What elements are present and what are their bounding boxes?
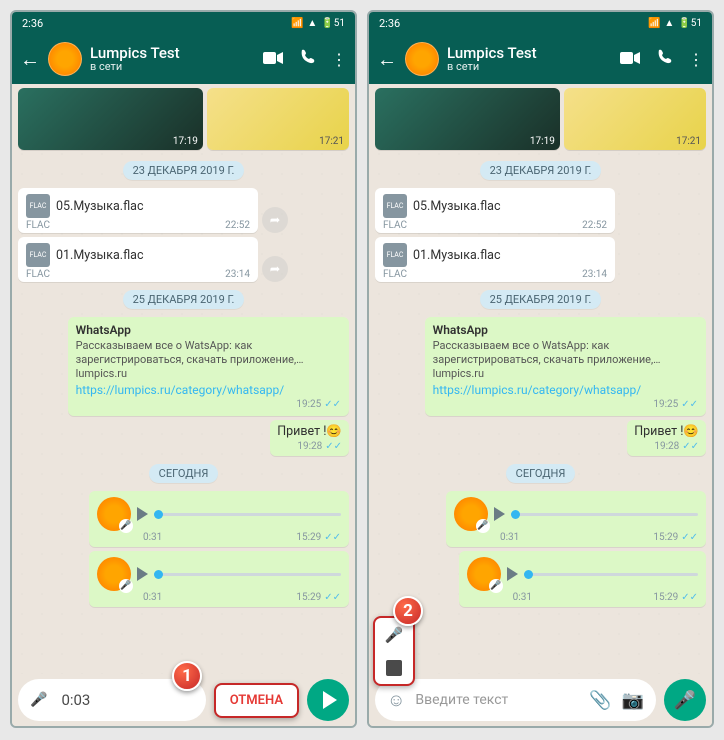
date-chip: СЕГОДНЯ xyxy=(149,464,219,483)
forward-icon[interactable]: ➦ xyxy=(262,207,288,233)
message-input[interactable]: ☺ Введите текст 📎 📷 xyxy=(375,679,656,721)
text-message[interactable]: Привет !😊 19:28✓✓ xyxy=(270,420,349,456)
battery-icon: 🔋51 xyxy=(678,18,702,29)
smile-emoji: 😊 xyxy=(326,424,342,439)
status-icons: 📶 ▲ 🔋51 xyxy=(648,18,702,29)
voice-message[interactable]: 🎤 0:3115:29✓✓ xyxy=(89,491,349,547)
chat-header: ← Lumpics Test в сети ⋮ xyxy=(369,34,712,84)
voice-slider[interactable] xyxy=(154,513,341,516)
wifi-icon: ▲ xyxy=(307,18,317,29)
link-message[interactable]: WhatsApp Рассказываем все о WatsApp: как… xyxy=(425,317,706,416)
battery-icon: 🔋51 xyxy=(321,18,345,29)
video-call-icon[interactable] xyxy=(620,50,640,69)
voice-message[interactable]: 🎤 0:3115:29✓✓ xyxy=(89,551,349,607)
media-row: 17:19 17:21 xyxy=(18,88,349,150)
menu-icon[interactable]: ⋮ xyxy=(331,50,347,69)
clock: 2:36 xyxy=(379,17,400,30)
avatar: 🎤 xyxy=(454,497,488,531)
play-icon[interactable] xyxy=(137,567,148,581)
signal-icon: 📶 xyxy=(291,18,303,29)
cancel-button[interactable]: ОТМЕНА xyxy=(214,683,299,718)
back-icon[interactable]: ← xyxy=(20,47,40,72)
send-icon xyxy=(323,691,337,709)
file-message[interactable]: FLAC01.Музыка.flac FLAC23:14 xyxy=(18,237,258,282)
emoji-icon[interactable]: ☺ xyxy=(387,690,405,711)
clock: 2:36 xyxy=(22,17,43,30)
date-chip: 25 ДЕКАБРЯ 2019 Г. xyxy=(480,290,602,309)
send-button[interactable] xyxy=(307,679,349,721)
mic-icon: 🎤 xyxy=(119,579,133,593)
mic-recording-icon: 🎤 xyxy=(30,692,47,708)
voice-slider[interactable] xyxy=(154,573,341,576)
media-thumb[interactable]: 17:21 xyxy=(564,88,706,150)
placeholder-text: Введите текст xyxy=(415,692,579,708)
status-bar: 2:36 📶 ▲ 🔋51 xyxy=(369,12,712,34)
voice-slider[interactable] xyxy=(524,573,698,576)
mic-icon: 🎤 xyxy=(489,579,503,593)
wifi-icon: ▲ xyxy=(664,18,674,29)
avatar[interactable] xyxy=(48,42,82,76)
callout-1: 1 xyxy=(172,661,202,691)
back-icon[interactable]: ← xyxy=(377,47,397,72)
media-thumb[interactable]: 17:21 xyxy=(207,88,349,150)
menu-icon[interactable]: ⋮ xyxy=(688,50,704,69)
avatar: 🎤 xyxy=(97,497,131,531)
attach-icon[interactable]: 📎 xyxy=(589,690,611,711)
status-bar: 2:36 📶 ▲ 🔋51 xyxy=(12,12,355,34)
mic-recording-icon: 🎤 xyxy=(385,626,404,644)
video-call-icon[interactable] xyxy=(263,50,283,69)
recording-timer: 0:03 xyxy=(61,691,90,709)
voice-message[interactable]: 🎤 0:3115:29✓✓ xyxy=(446,491,706,547)
chat-header: ← Lumpics Test в сети ⋮ xyxy=(12,34,355,84)
date-chip: 23 ДЕКАБРЯ 2019 Г. xyxy=(480,161,602,180)
file-icon: FLAC xyxy=(383,194,407,218)
link-message[interactable]: WhatsApp Рассказываем все о WatsApp: как… xyxy=(68,317,349,416)
status-icons: 📶 ▲ 🔋51 xyxy=(291,18,345,29)
date-chip: СЕГОДНЯ xyxy=(506,464,576,483)
chat-area[interactable]: 17:19 17:21 23 ДЕКАБРЯ 2019 Г. FLAC05.Му… xyxy=(369,84,712,674)
play-icon[interactable] xyxy=(494,507,505,521)
avatar[interactable] xyxy=(405,42,439,76)
play-icon[interactable] xyxy=(137,507,148,521)
media-row: 17:19 17:21 xyxy=(375,88,706,150)
forward-icon[interactable]: ➦ xyxy=(262,256,288,282)
avatar: 🎤 xyxy=(467,557,501,591)
media-thumb[interactable]: 17:19 xyxy=(375,88,560,150)
voice-message[interactable]: 🎤 0:3115:29✓✓ xyxy=(459,551,706,607)
mic-button[interactable]: 🎤 xyxy=(664,679,706,721)
camera-icon[interactable]: 📷 xyxy=(622,690,644,711)
recording-lock-panel[interactable]: 🎤 xyxy=(373,616,415,686)
signal-icon: 📶 xyxy=(648,18,660,29)
voice-slider[interactable] xyxy=(511,513,698,516)
text-message[interactable]: Привет !😊 19:28✓✓ xyxy=(627,420,706,456)
header-title[interactable]: Lumpics Test в сети xyxy=(447,45,612,74)
media-thumb[interactable]: 17:19 xyxy=(18,88,203,150)
date-chip: 25 ДЕКАБРЯ 2019 Г. xyxy=(123,290,245,309)
stop-icon[interactable] xyxy=(386,660,402,676)
file-icon: FLAC xyxy=(26,243,50,267)
chat-area[interactable]: 17:19 17:21 23 ДЕКАБРЯ 2019 Г. FLAC05.Му… xyxy=(12,84,355,674)
play-icon[interactable] xyxy=(507,567,518,581)
file-message[interactable]: FLAC01.Музыка.flac FLAC23:14 xyxy=(375,237,615,282)
file-message[interactable]: FLAC05.Музыка.flac FLAC22:52 xyxy=(18,188,258,233)
smile-emoji: 😊 xyxy=(683,424,699,439)
file-message[interactable]: FLAC05.Музыка.flac FLAC22:52 xyxy=(375,188,615,233)
file-icon: FLAC xyxy=(26,194,50,218)
voice-call-icon[interactable] xyxy=(299,49,315,69)
mic-icon: 🎤 xyxy=(476,519,490,533)
input-bar: ☺ Введите текст 📎 📷 🎤 xyxy=(369,674,712,726)
header-title[interactable]: Lumpics Test в сети xyxy=(90,45,255,74)
date-chip: 23 ДЕКАБРЯ 2019 Г. xyxy=(123,161,245,180)
file-icon: FLAC xyxy=(383,243,407,267)
voice-call-icon[interactable] xyxy=(656,49,672,69)
callout-2: 2 xyxy=(393,596,423,626)
avatar: 🎤 xyxy=(97,557,131,591)
phone-right: 2:36 📶 ▲ 🔋51 ← Lumpics Test в сети ⋮ 17:… xyxy=(367,10,714,728)
phone-left: 2:36 📶 ▲ 🔋51 ← Lumpics Test в сети ⋮ 17:… xyxy=(10,10,357,728)
mic-icon: 🎤 xyxy=(119,519,133,533)
